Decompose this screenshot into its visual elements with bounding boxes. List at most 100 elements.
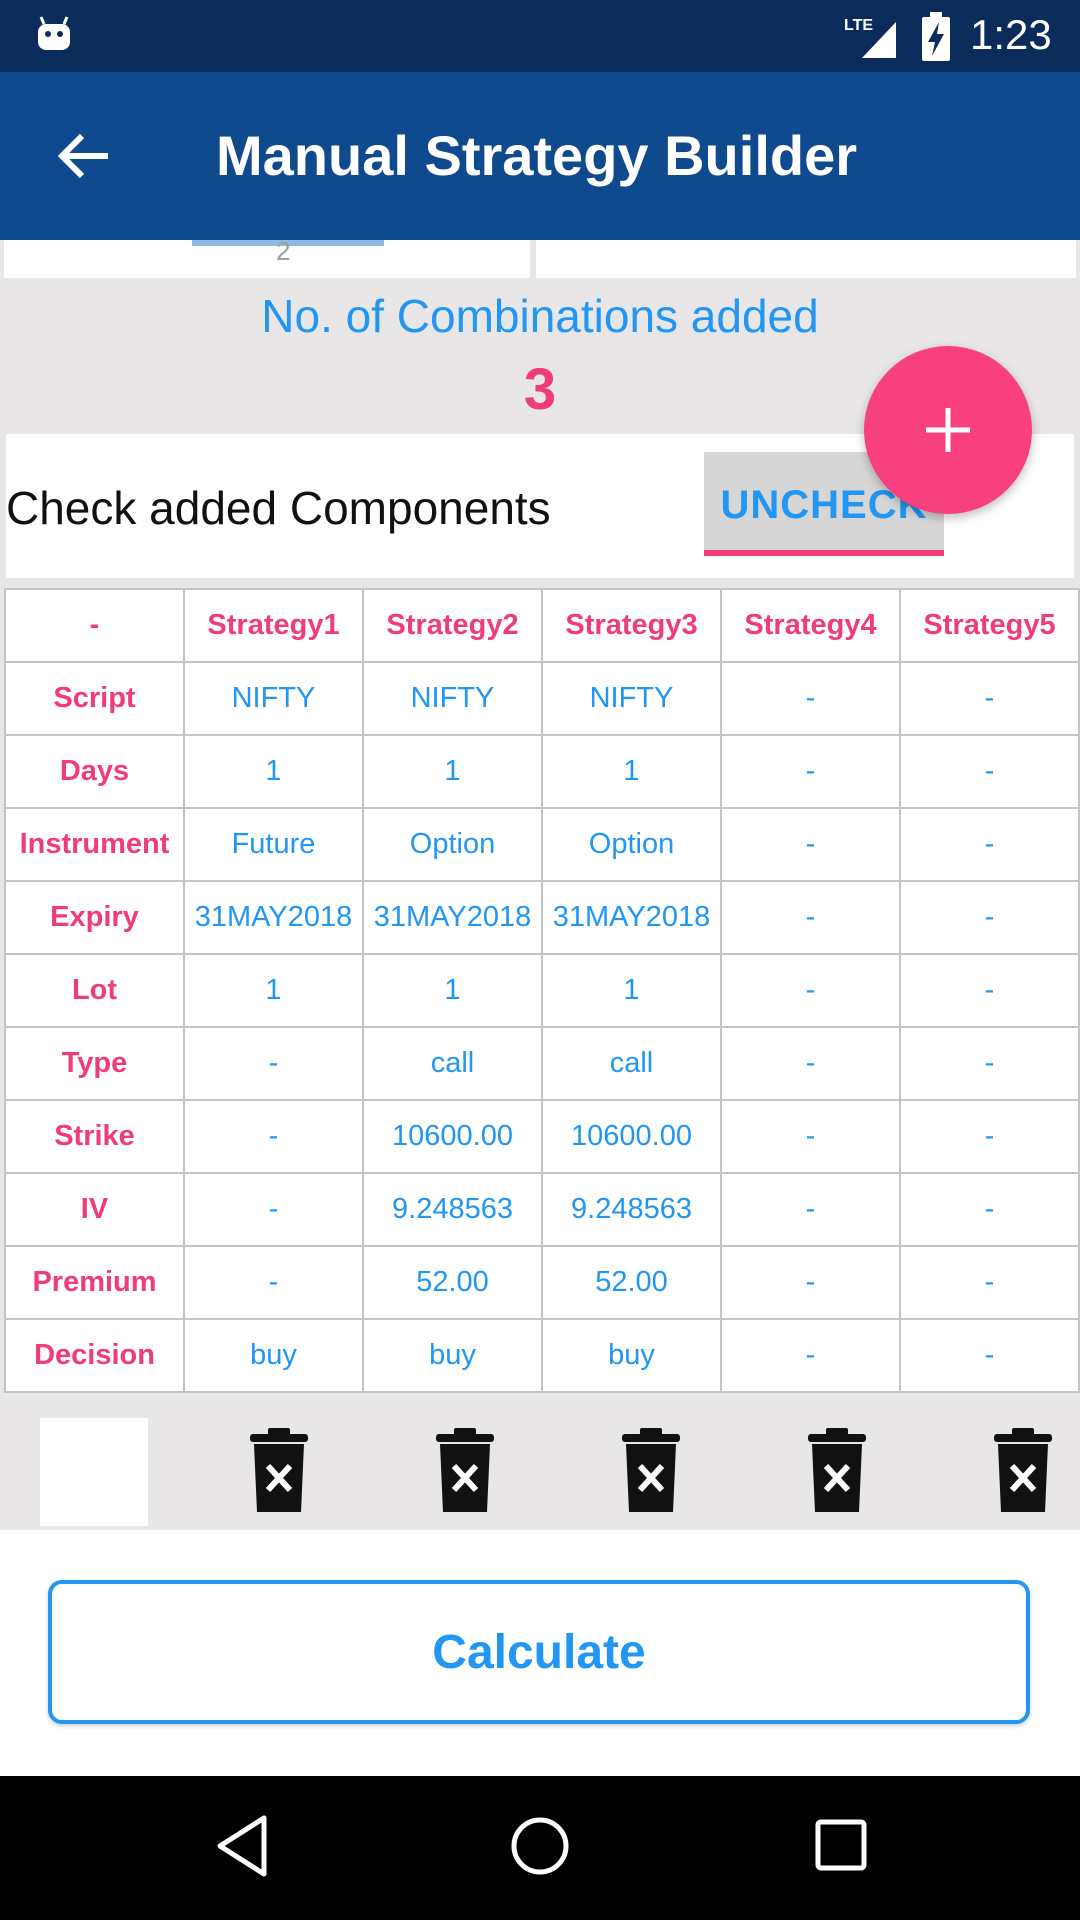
table-cell: - — [899, 734, 1080, 809]
table-row: Script NIFTY NIFTY NIFTY - - — [4, 661, 1080, 736]
table-cell: - — [899, 1026, 1080, 1101]
table-cell: 52.00 — [541, 1245, 722, 1320]
table-row: Decision buy buy buy - - — [4, 1318, 1080, 1393]
table-cell: - — [720, 807, 901, 882]
table-cell: 1 — [541, 734, 722, 809]
table-row: IV - 9.248563 9.248563 - - — [4, 1172, 1080, 1247]
network-label: LTE — [844, 17, 873, 34]
row-label: Decision — [4, 1318, 185, 1393]
table-cell: 31MAY2018 — [362, 880, 543, 955]
table-header-row: - Strategy1 Strategy2 Strategy3 Strategy… — [4, 588, 1080, 663]
table-cell: - — [720, 953, 901, 1028]
row-label: Instrument — [4, 807, 185, 882]
table-cell: NIFTY — [183, 661, 364, 736]
back-triangle-icon[interactable] — [214, 1814, 270, 1878]
table-cell: buy — [362, 1318, 543, 1393]
row-label: Type — [4, 1026, 185, 1101]
header-cell-strategy3: Strategy3 — [541, 588, 722, 663]
arrow-left-icon[interactable] — [48, 118, 124, 194]
table-cell: - — [720, 1245, 901, 1320]
trash-icon[interactable] — [434, 1428, 496, 1514]
table-cell: - — [720, 880, 901, 955]
clock: 1:23 — [970, 11, 1052, 58]
status-bar: LTE 1:23 — [0, 0, 1080, 72]
table-cell: 31MAY2018 — [541, 880, 722, 955]
combinations-label: No. of Combinations added — [261, 290, 819, 342]
table-cell: - — [899, 1172, 1080, 1247]
trash-icon[interactable] — [806, 1428, 868, 1514]
row-label: Premium — [4, 1245, 185, 1320]
table-cell: 9.248563 — [541, 1172, 722, 1247]
select-all-checkbox[interactable] — [40, 1418, 148, 1526]
table-cell: - — [899, 807, 1080, 882]
header-cell: - — [4, 588, 185, 663]
calculate-button[interactable]: Calculate — [48, 1580, 1030, 1724]
tab-stub-right[interactable] — [536, 240, 1076, 278]
table-cell: 10600.00 — [362, 1099, 543, 1174]
home-circle-icon[interactable] — [510, 1816, 570, 1876]
table-cell: call — [541, 1026, 722, 1101]
page-title: Manual Strategy Builder — [216, 124, 858, 187]
trash-icon[interactable] — [248, 1428, 310, 1514]
table-row: Expiry 31MAY2018 31MAY2018 31MAY2018 - - — [4, 880, 1080, 955]
table-cell: - — [720, 1099, 901, 1174]
table-cell: - — [899, 661, 1080, 736]
table-cell: - — [183, 1099, 364, 1174]
table-row: Type - call call - - — [4, 1026, 1080, 1101]
table-cell: - — [183, 1026, 364, 1101]
table-cell: - — [720, 1318, 901, 1393]
table-cell: 1 — [183, 734, 364, 809]
table-cell: - — [720, 661, 901, 736]
table-cell: 10600.00 — [541, 1099, 722, 1174]
table-cell: Option — [541, 807, 722, 882]
table-cell: 1 — [541, 953, 722, 1028]
table-cell: - — [899, 880, 1080, 955]
row-label: IV — [4, 1172, 185, 1247]
add-combination-button[interactable] — [864, 346, 1032, 514]
table-row: Premium - 52.00 52.00 - - — [4, 1245, 1080, 1320]
table-cell: 52.00 — [362, 1245, 543, 1320]
table-cell: buy — [541, 1318, 722, 1393]
row-label: Days — [4, 734, 185, 809]
battery-charging-icon — [922, 12, 950, 61]
plus-icon — [926, 408, 970, 452]
table-cell: NIFTY — [362, 661, 543, 736]
table-cell: Option — [362, 807, 543, 882]
table-row: Lot 1 1 1 - - — [4, 953, 1080, 1028]
table-cell: 1 — [362, 953, 543, 1028]
header-cell-strategy4: Strategy4 — [720, 588, 901, 663]
navigation-bar — [0, 1776, 1080, 1920]
header-cell-strategy5: Strategy5 — [899, 588, 1080, 663]
table-cell: - — [899, 1318, 1080, 1393]
table-cell: - — [183, 1172, 364, 1247]
row-label: Lot — [4, 953, 185, 1028]
table-row: Instrument Future Option Option - - — [4, 807, 1080, 882]
android-icon — [38, 16, 70, 50]
table-cell: - — [720, 1026, 901, 1101]
lte-signal-icon: LTE — [844, 17, 896, 58]
tab-digit: 2 — [276, 236, 291, 266]
header-cell-strategy2: Strategy2 — [362, 588, 543, 663]
row-label: Strike — [4, 1099, 185, 1174]
row-label: Expiry — [4, 880, 185, 955]
table-row: Days 1 1 1 - - — [4, 734, 1080, 809]
table-cell: NIFTY — [541, 661, 722, 736]
header-cell-strategy1: Strategy1 — [183, 588, 364, 663]
table-cell: - — [183, 1245, 364, 1320]
trash-icon[interactable] — [992, 1428, 1054, 1514]
table-cell: - — [899, 953, 1080, 1028]
table-cell: 9.248563 — [362, 1172, 543, 1247]
table-row: Strike - 10600.00 10600.00 - - — [4, 1099, 1080, 1174]
trash-icon[interactable] — [620, 1428, 682, 1514]
table-cell: 1 — [183, 953, 364, 1028]
recents-square-icon[interactable] — [814, 1818, 868, 1872]
table-cell: call — [362, 1026, 543, 1101]
table-cell: 1 — [362, 734, 543, 809]
table-cell: 31MAY2018 — [183, 880, 364, 955]
table-cell: Future — [183, 807, 364, 882]
components-label: Check added Components — [6, 482, 551, 534]
table-cell: - — [720, 1172, 901, 1247]
app-bar: Manual Strategy Builder — [0, 72, 1080, 240]
table-cell: buy — [183, 1318, 364, 1393]
table-cell: - — [720, 734, 901, 809]
